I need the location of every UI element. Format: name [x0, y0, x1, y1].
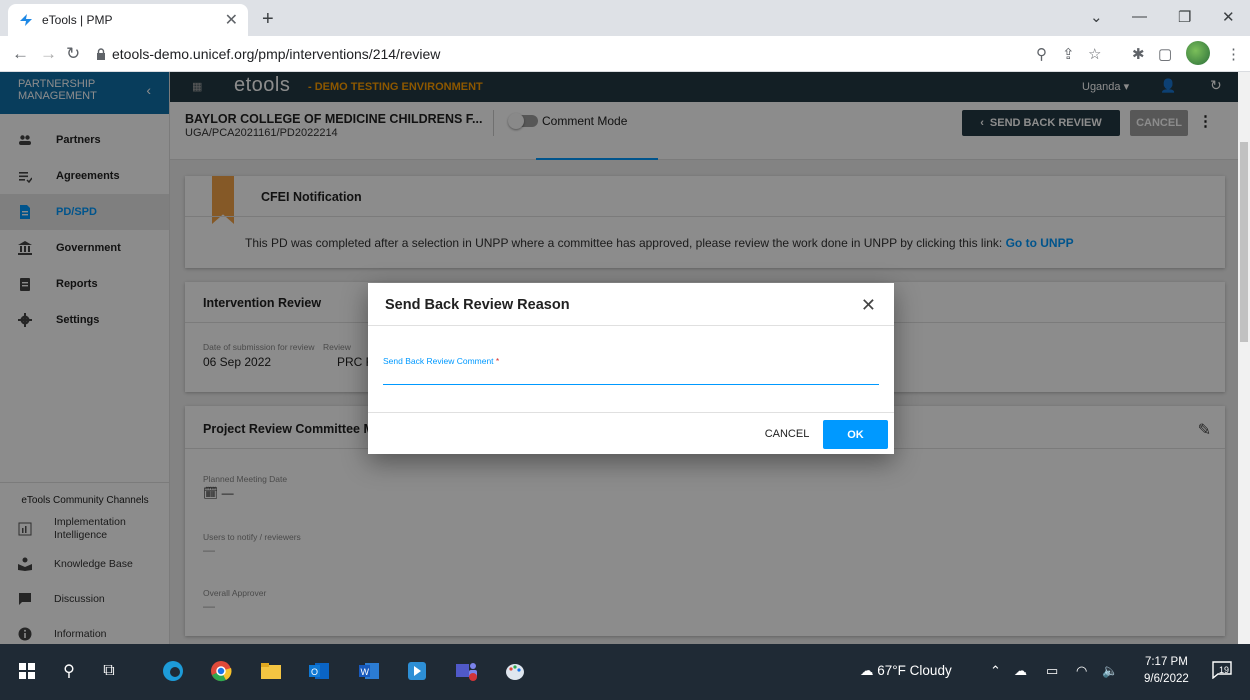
tab-search-icon[interactable]: ⌄	[1090, 8, 1103, 26]
file-explorer-icon[interactable]	[258, 658, 284, 684]
svg-text:O: O	[311, 667, 318, 677]
profile-avatar[interactable]	[1186, 41, 1210, 65]
search-icon[interactable]: ⚲	[56, 658, 82, 684]
paint-icon[interactable]	[502, 658, 528, 684]
word-icon[interactable]: W	[356, 658, 382, 684]
dialog-divider	[368, 325, 894, 326]
tab-title: eTools | PMP	[42, 13, 113, 27]
share-icon[interactable]: ⇪	[1062, 45, 1075, 63]
bookmark-star-icon[interactable]: ☆	[1088, 45, 1101, 63]
teams-icon[interactable]	[454, 658, 480, 684]
browser-tabbar: eTools | PMP ✕ + ⌄ — ❐ ✕	[0, 0, 1250, 36]
edge-icon[interactable]	[160, 658, 186, 684]
required-mark: *	[495, 356, 500, 366]
tab-close-icon[interactable]: ✕	[225, 10, 238, 30]
clock[interactable]: 7:17 PM 9/6/2022	[1144, 654, 1189, 688]
task-view-icon[interactable]: ⧉	[96, 658, 122, 684]
send-back-comment-input[interactable]	[383, 367, 879, 385]
clock-time: 7:17 PM	[1144, 656, 1188, 668]
dialog-divider	[368, 412, 894, 413]
clock-date: 9/6/2022	[1144, 673, 1189, 685]
comment-field-label: Send Back Review Comment *	[383, 356, 499, 366]
dialog-cancel-button[interactable]: CANCEL	[756, 420, 818, 448]
lock-icon	[97, 48, 105, 60]
windows-start-icon[interactable]	[14, 658, 40, 684]
svg-text:W: W	[361, 667, 370, 677]
zoom-icon[interactable]: ⚲	[1036, 45, 1047, 63]
notification-count: 19	[1219, 665, 1230, 675]
browser-tab[interactable]: eTools | PMP ✕	[8, 4, 248, 36]
outlook-icon[interactable]: O	[306, 658, 332, 684]
window-close-icon[interactable]: ✕	[1222, 8, 1235, 26]
battery-icon[interactable]: ▭	[1046, 663, 1058, 679]
notification-center-icon[interactable]: 19	[1212, 661, 1234, 681]
dialog-title: Send Back Review Reason	[385, 297, 570, 313]
scrollbar-thumb[interactable]	[1240, 142, 1248, 342]
tray-overflow-icon[interactable]: ⌃	[990, 663, 1001, 679]
forward-icon[interactable]: →	[40, 44, 57, 64]
powerautomate-icon[interactable]	[404, 658, 430, 684]
url-field[interactable]: etools-demo.unicef.org/pmp/interventions…	[112, 46, 440, 62]
chrome-icon[interactable]	[208, 658, 234, 684]
side-panel-icon[interactable]: ▢	[1158, 45, 1172, 63]
etools-favicon-icon	[20, 14, 32, 26]
browser-address-bar: ← → ↻ etools-demo.unicef.org/pmp/interve…	[0, 36, 1250, 72]
windows-taskbar: ⚲ ⧉ O W ☁ 67°F Cloudy ⌃ ☁ ▭ ◠ 🔈 7:17 PM 9…	[0, 644, 1250, 700]
wifi-icon[interactable]: ◠	[1076, 663, 1087, 679]
new-tab-icon[interactable]: +	[262, 8, 274, 31]
minimize-icon[interactable]: —	[1132, 8, 1147, 25]
onedrive-icon[interactable]: ☁	[1014, 663, 1027, 679]
comment-label-text: Send Back Review Comment	[383, 356, 494, 366]
browser-menu-icon[interactable]: ⋮	[1226, 45, 1241, 63]
weather-text: 67°F Cloudy	[877, 663, 952, 678]
extensions-icon[interactable]: ✱	[1132, 45, 1145, 63]
reload-icon[interactable]: ↻	[66, 44, 80, 64]
restore-icon[interactable]: ❐	[1178, 8, 1191, 26]
volume-icon[interactable]: 🔈	[1102, 663, 1118, 679]
page-scrollbar[interactable]	[1238, 72, 1250, 644]
back-icon[interactable]: ←	[12, 44, 29, 64]
close-icon[interactable]: ✕	[861, 295, 876, 316]
send-back-review-dialog: Send Back Review Reason ✕ Send Back Revi…	[368, 283, 894, 454]
weather-widget[interactable]: ☁ 67°F Cloudy	[860, 663, 952, 679]
cloud-icon: ☁	[860, 663, 874, 678]
dialog-ok-button[interactable]: OK	[823, 420, 888, 449]
